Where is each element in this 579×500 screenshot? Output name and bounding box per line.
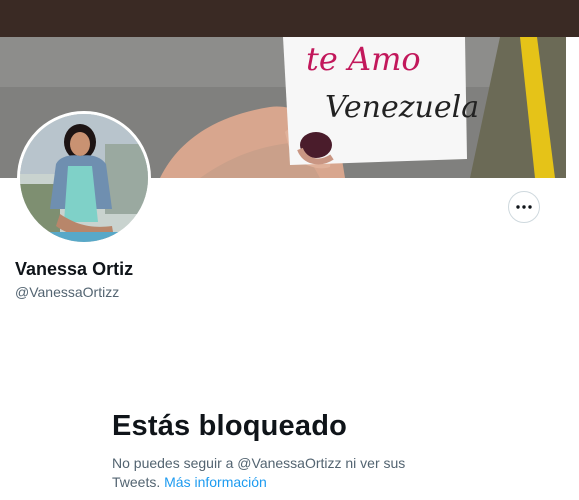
right-gutter [566, 37, 579, 500]
top-bar [0, 0, 579, 37]
more-options-button[interactable] [508, 191, 540, 223]
banner-card-line1: te Amo [306, 40, 421, 78]
more-horizontal-icon [516, 205, 532, 209]
blocked-message: No puedes seguir a @VanessaOrtizz ni ver… [112, 454, 432, 492]
profile-name: Vanessa Ortiz [15, 259, 134, 279]
profile-handle: @VanessaOrtizz [15, 284, 120, 300]
blocked-title: Estás bloqueado [112, 410, 348, 442]
banner-card-line2: Venezuela [325, 90, 479, 125]
more-info-link[interactable]: Más información [164, 474, 267, 490]
avatar[interactable] [17, 111, 151, 245]
avatar-photo [20, 114, 148, 242]
